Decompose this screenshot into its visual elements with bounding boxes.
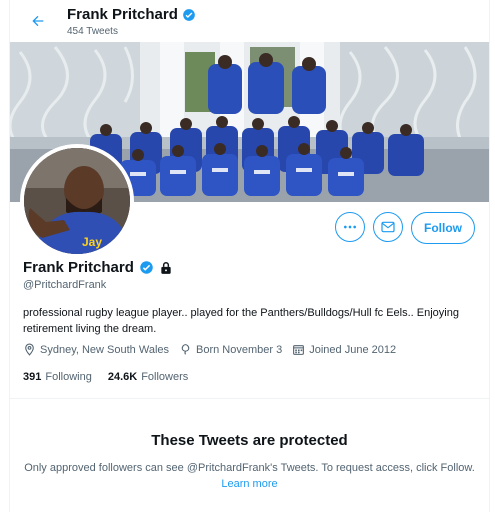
meta-location: Sydney, New South Wales [23,343,169,356]
profile-name: Frank Pritchard [23,259,134,276]
profile-name-row: Frank Pritchard [23,259,173,276]
message-button[interactable] [373,212,403,242]
verified-badge-icon [183,8,195,21]
profile-meta: Sydney, New South Wales Born November 3 … [23,343,406,356]
protected-title: These Tweets are protected [151,432,348,449]
avatar-image: Jay [24,148,130,254]
avatar[interactable]: Jay [20,144,134,258]
calendar-icon [293,345,305,355]
more-button[interactable] [335,212,365,242]
followers-label: Followers [141,371,189,383]
svg-text:Jay: Jay [82,235,102,249]
lock-icon [161,261,171,274]
birthday-icon [181,344,190,355]
followers-link[interactable]: 24.6K Followers [108,371,188,383]
back-arrow-icon [32,15,44,27]
joined-text: Joined June 2012 [309,343,397,356]
mail-icon [381,221,395,233]
profile-stats: 391 Following 24.6K Followers [23,371,188,383]
learn-more-link[interactable]: Learn more [221,478,277,490]
verified-badge-icon[interactable] [139,260,154,275]
profile-handle: @PritchardFrank [23,279,107,291]
back-button[interactable] [25,8,51,34]
following-count: 391 [23,371,42,383]
birthday-text: Born November 3 [196,343,283,356]
protected-text: Only approved followers can see @Pritcha… [24,462,475,474]
protected-text-block: Only approved followers can see @Pritcha… [22,460,477,492]
meta-birthday: Born November 3 [179,343,282,356]
profile-bio: professional rugby league player.. playe… [23,307,459,335]
meta-joined: Joined June 2012 [292,343,396,356]
following-label: Following [45,371,92,383]
divider [10,398,489,399]
header-name: Frank Pritchard [67,6,178,23]
header-title: Frank Pritchard [67,6,196,23]
header-tweet-count: 454 Tweets [67,26,118,37]
more-icon [344,225,356,229]
location-icon [25,343,34,356]
location-text: Sydney, New South Wales [40,343,170,356]
following-link[interactable]: 391 Following [23,371,92,383]
follow-button[interactable]: Follow [411,212,475,244]
followers-count: 24.6K [107,371,138,383]
profile-column: Frank Pritchard 454 Tweets Jay Follow Fr… [9,0,490,512]
